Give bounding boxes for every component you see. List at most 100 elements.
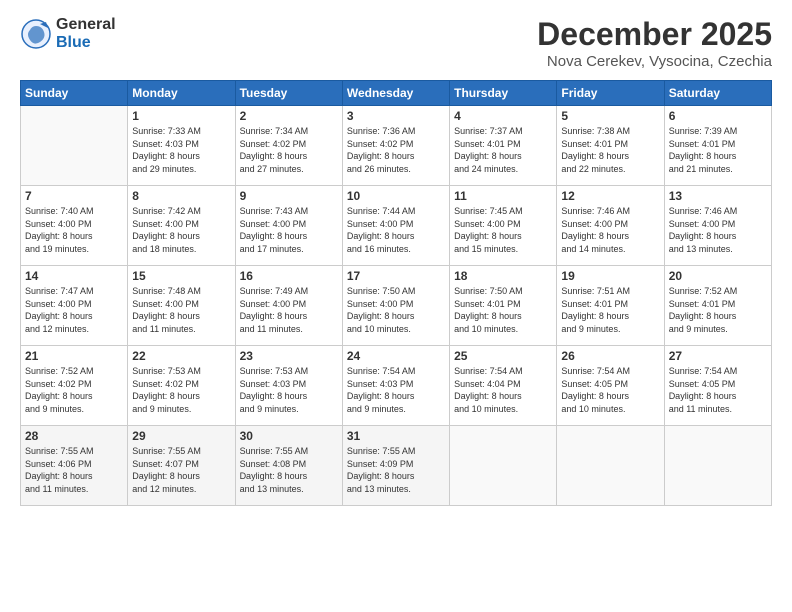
header: General Blue December 2025 Nova Cerekev,… [20, 16, 772, 70]
col-tuesday: Tuesday [235, 81, 342, 106]
title-section: December 2025 Nova Cerekev, Vysocina, Cz… [537, 16, 772, 70]
calendar-cell: 6 Sunrise: 7:39 AM Sunset: 4:01 PM Daylig… [664, 106, 771, 186]
calendar-cell: 20Sunrise: 7:52 AM Sunset: 4:01 PM Dayli… [664, 266, 771, 346]
calendar-cell: 18 Sunrise: 7:50 AM Sunset: 4:01 PM Dayli… [450, 266, 557, 346]
day-number: 30 [240, 429, 338, 443]
calendar-cell: 12 Sunrise: 7:46 AM Sunset: 4:00 PM Dayli… [557, 186, 664, 266]
header-row: Sunday Monday Tuesday Wednesday Thursday… [21, 81, 772, 106]
calendar-week-3: 14 Sunrise: 7:47 AM Sunset: 4:00 PM Dayli… [21, 266, 772, 346]
cell-info: Sunrise: 7:54 AM Sunset: 4:05 PM Dayligh… [669, 365, 767, 415]
calendar-cell: 10 Sunrise: 7:44 AM Sunset: 4:00 PM Dayli… [342, 186, 449, 266]
calendar-cell: 31 Sunrise: 7:55 AM Sunset: 4:09 PM Dayli… [342, 426, 449, 506]
day-number: 24 [347, 349, 445, 363]
day-number: 16 [240, 269, 338, 283]
day-number: 3 [347, 109, 445, 123]
cell-info: Sunrise: 7:46 AM Sunset: 4:00 PM Dayligh… [561, 205, 659, 255]
calendar-week-4: 21 Sunrise: 7:52 AM Sunset: 4:02 PM Dayli… [21, 346, 772, 426]
day-number: 13 [669, 189, 767, 203]
day-number: 10 [347, 189, 445, 203]
cell-info: Sunrise: 7:45 AM Sunset: 4:00 PM Dayligh… [454, 205, 552, 255]
calendar-cell: 5Sunrise: 7:38 AM Sunset: 4:01 PM Daylig… [557, 106, 664, 186]
cell-info: Sunrise: 7:39 AM Sunset: 4:01 PM Dayligh… [669, 125, 767, 175]
cell-info: Sunrise: 7:47 AM Sunset: 4:00 PM Dayligh… [25, 285, 123, 335]
cell-info: Sunrise: 7:36 AM Sunset: 4:02 PM Dayligh… [347, 125, 445, 175]
cell-info: Sunrise: 7:49 AM Sunset: 4:00 PM Dayligh… [240, 285, 338, 335]
logo-general-text: General [56, 16, 116, 34]
calendar-cell: 27 Sunrise: 7:54 AM Sunset: 4:05 PM Dayli… [664, 346, 771, 426]
cell-info: Sunrise: 7:54 AM Sunset: 4:05 PM Dayligh… [561, 365, 659, 415]
day-number: 14 [25, 269, 123, 283]
calendar-cell [450, 426, 557, 506]
cell-info: Sunrise: 7:34 AM Sunset: 4:02 PM Dayligh… [240, 125, 338, 175]
col-sunday: Sunday [21, 81, 128, 106]
calendar-cell: 25Sunrise: 7:54 AM Sunset: 4:04 PM Dayli… [450, 346, 557, 426]
day-number: 27 [669, 349, 767, 363]
calendar-cell: 11Sunrise: 7:45 AM Sunset: 4:00 PM Dayli… [450, 186, 557, 266]
day-number: 20 [669, 269, 767, 283]
calendar-cell: 7 Sunrise: 7:40 AM Sunset: 4:00 PM Daylig… [21, 186, 128, 266]
calendar-body: 1 Sunrise: 7:33 AM Sunset: 4:03 PM Daylig… [21, 106, 772, 506]
day-number: 18 [454, 269, 552, 283]
cell-info: Sunrise: 7:52 AM Sunset: 4:02 PM Dayligh… [25, 365, 123, 415]
day-number: 28 [25, 429, 123, 443]
day-number: 7 [25, 189, 123, 203]
calendar-header: Sunday Monday Tuesday Wednesday Thursday… [21, 81, 772, 106]
day-number: 8 [132, 189, 230, 203]
day-number: 9 [240, 189, 338, 203]
day-number: 26 [561, 349, 659, 363]
day-number: 15 [132, 269, 230, 283]
cell-info: Sunrise: 7:53 AM Sunset: 4:02 PM Dayligh… [132, 365, 230, 415]
logo-text: General Blue [56, 16, 116, 51]
day-number: 12 [561, 189, 659, 203]
cell-info: Sunrise: 7:55 AM Sunset: 4:09 PM Dayligh… [347, 445, 445, 495]
col-saturday: Saturday [664, 81, 771, 106]
day-number: 31 [347, 429, 445, 443]
cell-info: Sunrise: 7:53 AM Sunset: 4:03 PM Dayligh… [240, 365, 338, 415]
day-number: 19 [561, 269, 659, 283]
cell-info: Sunrise: 7:48 AM Sunset: 4:00 PM Dayligh… [132, 285, 230, 335]
cell-info: Sunrise: 7:42 AM Sunset: 4:00 PM Dayligh… [132, 205, 230, 255]
day-number: 6 [669, 109, 767, 123]
calendar-cell: 4Sunrise: 7:37 AM Sunset: 4:01 PM Daylig… [450, 106, 557, 186]
calendar-cell: 14 Sunrise: 7:47 AM Sunset: 4:00 PM Dayli… [21, 266, 128, 346]
calendar-cell: 2Sunrise: 7:34 AM Sunset: 4:02 PM Daylig… [235, 106, 342, 186]
calendar-cell: 17Sunrise: 7:50 AM Sunset: 4:00 PM Dayli… [342, 266, 449, 346]
calendar-week-1: 1 Sunrise: 7:33 AM Sunset: 4:03 PM Daylig… [21, 106, 772, 186]
calendar-cell: 23 Sunrise: 7:53 AM Sunset: 4:03 PM Dayli… [235, 346, 342, 426]
calendar-week-5: 28 Sunrise: 7:55 AM Sunset: 4:06 PM Dayli… [21, 426, 772, 506]
day-number: 1 [132, 109, 230, 123]
logo-icon [20, 18, 52, 50]
calendar-cell: 9 Sunrise: 7:43 AM Sunset: 4:00 PM Daylig… [235, 186, 342, 266]
calendar-cell: 24Sunrise: 7:54 AM Sunset: 4:03 PM Dayli… [342, 346, 449, 426]
calendar-cell: 16 Sunrise: 7:49 AM Sunset: 4:00 PM Dayli… [235, 266, 342, 346]
cell-info: Sunrise: 7:43 AM Sunset: 4:00 PM Dayligh… [240, 205, 338, 255]
calendar-cell: 26 Sunrise: 7:54 AM Sunset: 4:05 PM Dayli… [557, 346, 664, 426]
cell-info: Sunrise: 7:55 AM Sunset: 4:06 PM Dayligh… [25, 445, 123, 495]
day-number: 25 [454, 349, 552, 363]
calendar-week-2: 7 Sunrise: 7:40 AM Sunset: 4:00 PM Daylig… [21, 186, 772, 266]
cell-info: Sunrise: 7:46 AM Sunset: 4:00 PM Dayligh… [669, 205, 767, 255]
cell-info: Sunrise: 7:44 AM Sunset: 4:00 PM Dayligh… [347, 205, 445, 255]
cell-info: Sunrise: 7:55 AM Sunset: 4:08 PM Dayligh… [240, 445, 338, 495]
calendar-cell: 3 Sunrise: 7:36 AM Sunset: 4:02 PM Daylig… [342, 106, 449, 186]
calendar-cell [557, 426, 664, 506]
month-title: December 2025 [537, 16, 772, 53]
calendar-cell: 22 Sunrise: 7:53 AM Sunset: 4:02 PM Dayli… [128, 346, 235, 426]
cell-info: Sunrise: 7:40 AM Sunset: 4:00 PM Dayligh… [25, 205, 123, 255]
col-friday: Friday [557, 81, 664, 106]
day-number: 17 [347, 269, 445, 283]
day-number: 23 [240, 349, 338, 363]
logo-blue-text: Blue [56, 34, 116, 52]
calendar-page: General Blue December 2025 Nova Cerekev,… [0, 0, 792, 612]
day-number: 21 [25, 349, 123, 363]
col-wednesday: Wednesday [342, 81, 449, 106]
cell-info: Sunrise: 7:50 AM Sunset: 4:01 PM Dayligh… [454, 285, 552, 335]
day-number: 22 [132, 349, 230, 363]
calendar-cell [664, 426, 771, 506]
day-number: 29 [132, 429, 230, 443]
location: Nova Cerekev, Vysocina, Czechia [537, 53, 772, 70]
col-thursday: Thursday [450, 81, 557, 106]
calendar-table: Sunday Monday Tuesday Wednesday Thursday… [20, 80, 772, 506]
cell-info: Sunrise: 7:38 AM Sunset: 4:01 PM Dayligh… [561, 125, 659, 175]
cell-info: Sunrise: 7:33 AM Sunset: 4:03 PM Dayligh… [132, 125, 230, 175]
